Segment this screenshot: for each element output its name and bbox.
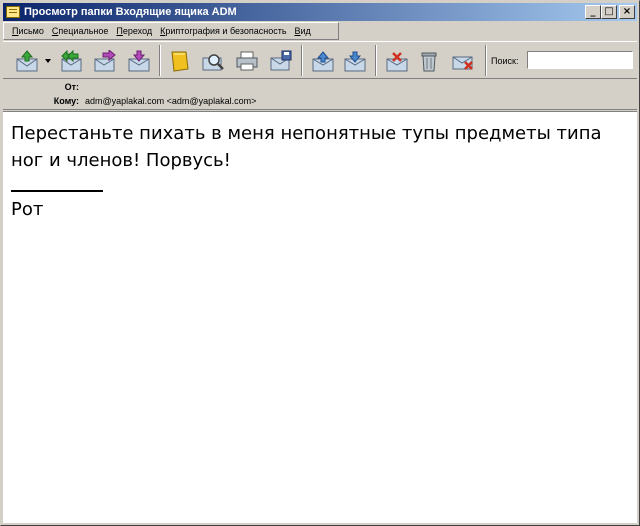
address-book-icon [171,51,189,72]
save-icon [270,50,292,71]
find-icon [202,54,224,71]
maximize-button[interactable]: □ [601,5,617,19]
get-mail-dropdown-icon[interactable] [45,59,51,63]
print-icon [236,51,258,71]
get-mail-icon [16,50,38,72]
toolbar: Поиск: [3,41,637,79]
from-label: От: [64,82,79,92]
search-label: Поиск: [491,56,519,66]
message-header: От: Кому: adm@yaplakal.com <adm@yaplakal… [3,80,637,110]
mail-folder-icon [6,6,20,18]
get-mail-button[interactable] [13,48,41,74]
reply-all-icon [61,50,82,72]
signature: Рот [11,199,44,220]
menu-perekhod[interactable]: Переход [116,26,152,36]
toolbar-separator [375,45,377,76]
find-button[interactable] [199,48,227,74]
menu-pismo[interactable]: Письмо [12,26,44,36]
new-message-button[interactable] [125,48,153,74]
minimize-button[interactable]: _ [585,5,601,19]
toolbar-separator [159,45,161,76]
junk-icon [452,56,473,70]
to-label: Кому: [53,96,79,106]
mark-button[interactable] [383,48,411,74]
delete-button[interactable] [415,48,443,74]
junk-button[interactable] [449,48,477,74]
search-input[interactable] [527,51,633,69]
forward-button[interactable] [91,48,119,74]
message-body[interactable]: Перестаньте пихать в меня непонятные туп… [3,111,637,523]
menu-vid[interactable]: Вид [295,26,311,36]
message-text: Перестаньте пихать в меня непонятные туп… [11,123,602,171]
address-book-button[interactable] [165,48,193,74]
menu-kriptografiya[interactable]: Криптография и безопасность [160,26,286,36]
next-button[interactable] [341,48,369,74]
window-controls: _ □ × [585,5,635,19]
window-title: Просмотр папки Входящие ящика ADM [24,6,237,18]
toolbar-separator [301,45,303,76]
close-button[interactable]: × [619,5,635,19]
mail-window: Просмотр папки Входящие ящика ADM _ □ × … [0,0,640,526]
signature-separator [11,190,103,192]
next-icon [344,51,366,72]
toolbar-separator [485,45,487,76]
print-button[interactable] [233,48,261,74]
title-bar[interactable]: Просмотр папки Входящие ящика ADM _ □ × [3,3,637,21]
save-button[interactable] [267,48,295,74]
trash-icon [421,52,437,72]
menu-spetsialnoe[interactable]: Специальное [52,26,109,36]
previous-icon [312,51,334,72]
mark-icon [386,52,408,72]
reply-all-button[interactable] [57,48,85,74]
menu-bar: Письмо Специальное Переход Криптография … [3,22,339,40]
new-message-icon [128,50,150,72]
to-value[interactable]: adm@yaplakal.com <adm@yaplakal.com> [85,96,256,106]
previous-button[interactable] [309,48,337,74]
forward-icon [94,50,116,72]
